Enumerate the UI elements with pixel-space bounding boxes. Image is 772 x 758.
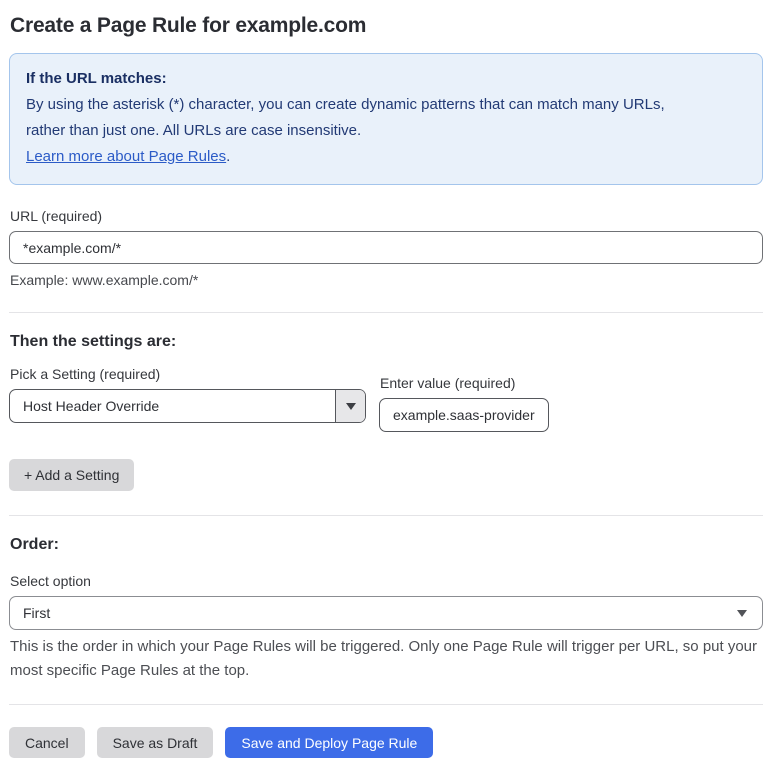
chevron-down-icon [345, 402, 356, 410]
link-suffix: . [226, 148, 231, 165]
add-setting-button[interactable]: + Add a Setting [9, 459, 135, 491]
page-title: Create a Page Rule for example.com [10, 14, 367, 37]
order-help-text: This is the order in which your Page Rul… [10, 638, 758, 679]
order-select-label: Select option [10, 573, 91, 589]
divider [9, 312, 763, 313]
order-select[interactable]: First [9, 596, 763, 630]
setting-select[interactable]: Host Header Override [9, 389, 366, 423]
setting-select-arrow-button[interactable] [335, 390, 365, 422]
info-box-link-line: Learn more about Page Rules. [26, 144, 746, 170]
url-example-text: Example: www.example.com/* [10, 272, 199, 288]
url-match-info-box: If the URL matches: By using the asteris… [9, 53, 763, 185]
learn-more-link[interactable]: Learn more about Page Rules [26, 148, 226, 165]
info-box-heading: If the URL matches: [26, 70, 167, 87]
settings-section-heading: Then the settings are: [10, 333, 177, 350]
chevron-down-icon [737, 609, 747, 617]
setting-column: Pick a Setting (required) Host Header Ov… [9, 351, 366, 423]
cancel-button[interactable]: Cancel [9, 727, 85, 758]
setting-value-input[interactable] [379, 398, 549, 432]
order-select-value: First [23, 605, 51, 621]
settings-row: Pick a Setting (required) Host Header Ov… [9, 351, 763, 432]
setting-select-label: Pick a Setting (required) [10, 366, 161, 382]
divider [9, 515, 763, 516]
url-field-label: URL (required) [10, 208, 103, 224]
setting-select-value: Host Header Override [23, 398, 160, 414]
save-and-deploy-button[interactable]: Save and Deploy Page Rule [225, 727, 434, 758]
order-section-heading: Order: [10, 536, 59, 553]
save-as-draft-button[interactable]: Save as Draft [96, 727, 214, 758]
form-actions: Cancel Save as Draft Save and Deploy Pag… [9, 727, 763, 758]
value-field-label: Enter value (required) [380, 375, 516, 391]
info-box-body: By using the asterisk (*) character, you… [26, 96, 665, 139]
divider [9, 704, 763, 705]
url-input[interactable] [9, 231, 763, 264]
value-column: Enter value (required) [379, 360, 549, 432]
page-rule-form: Create a Page Rule for example.com If th… [0, 0, 772, 758]
